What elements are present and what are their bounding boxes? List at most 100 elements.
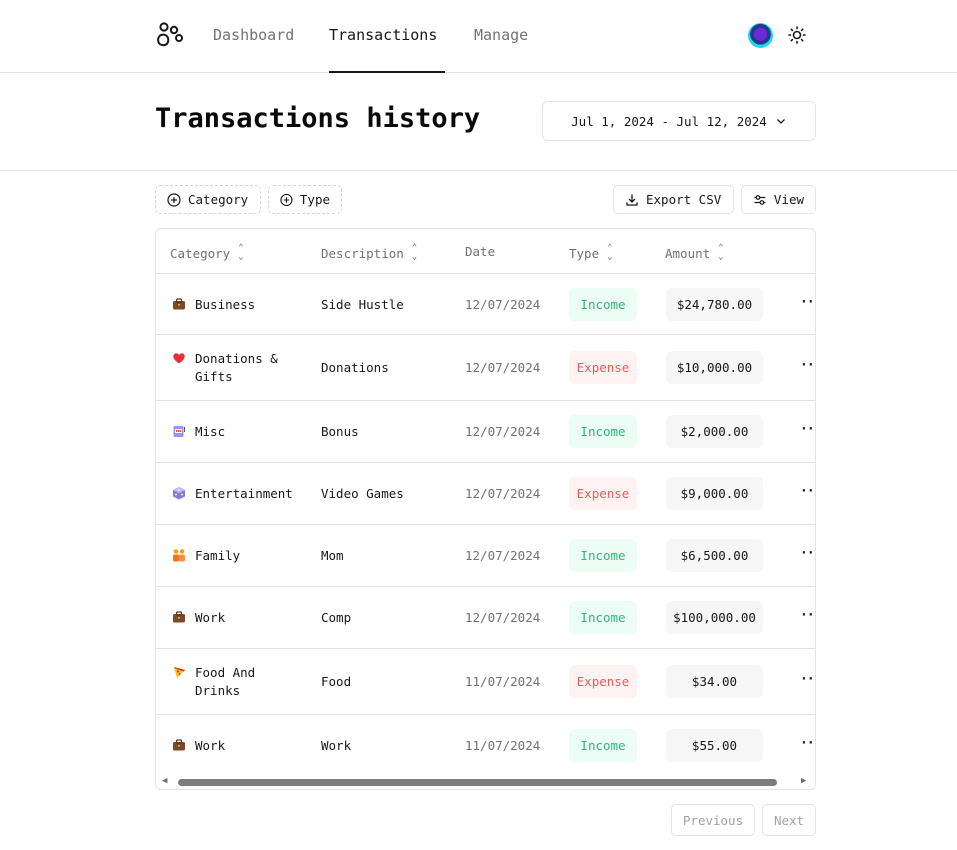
category-label: Family — [195, 548, 241, 563]
column-header-label: Category — [170, 245, 231, 261]
filter-category-button[interactable]: Category — [155, 185, 261, 214]
sort-icon: ⌃ ⌄ — [607, 243, 613, 262]
chevron-down-icon — [776, 119, 785, 124]
column-header-category[interactable]: Category ⌃ ⌄ — [170, 244, 244, 262]
column-header-description[interactable]: Description ⌃ ⌄ — [321, 244, 417, 262]
scroll-right-icon[interactable]: ▶ — [801, 776, 806, 786]
view-options-button[interactable]: View — [741, 185, 816, 214]
family-icon — [172, 548, 186, 562]
date-cell: 12/07/2024 — [465, 486, 541, 501]
category-cell: Work — [172, 609, 312, 627]
category-label: Entertainment — [195, 486, 293, 501]
type-badge: Expense — [569, 477, 637, 510]
table-row[interactable]: Food And Drinks Food 11/07/2024 Expense $34.… — [156, 649, 815, 715]
filter-type-label: Type — [299, 192, 330, 207]
column-header-label: Description — [321, 245, 404, 261]
more-actions-icon[interactable]: ··· — [800, 358, 815, 373]
date-cell: 11/07/2024 — [465, 738, 541, 753]
type-badge: Expense — [569, 351, 637, 384]
table-row[interactable]: Misc Bonus 12/07/2024 Income $2,000.00 ··· — [156, 401, 815, 463]
more-actions-icon[interactable]: ··· — [800, 295, 815, 310]
scrollbar-thumb[interactable] — [178, 779, 777, 786]
table-row[interactable]: Family Mom 12/07/2024 Income $6,500.00 ··· — [156, 525, 815, 587]
filter-type-button[interactable]: Type — [268, 185, 342, 214]
column-header-amount[interactable]: Amount ⌃ ⌄ — [665, 244, 724, 262]
type-badge: Income — [569, 288, 637, 321]
category-cell: Food And Drinks — [172, 664, 312, 700]
pizza-icon — [172, 665, 186, 679]
table-row[interactable]: Donations & Gifts Donations 12/07/2024 Expe… — [156, 335, 815, 401]
more-actions-icon[interactable]: ··· — [800, 608, 815, 623]
table-row[interactable]: Business Side Hustle 12/07/2024 Income $24,7… — [156, 274, 815, 335]
more-actions-icon[interactable]: ··· — [800, 422, 815, 437]
sliders-icon — [754, 194, 766, 205]
nav-manage[interactable]: Manage — [474, 26, 528, 44]
briefcase-icon — [172, 738, 186, 752]
date-cell: 11/07/2024 — [465, 674, 541, 689]
category-label: Work — [195, 610, 226, 625]
date-cell: 12/07/2024 — [465, 360, 541, 375]
description-cell: Food — [321, 674, 352, 689]
next-page-button[interactable]: Next — [762, 804, 816, 836]
category-label: Misc — [195, 424, 226, 439]
nav-dashboard[interactable]: Dashboard — [213, 26, 294, 44]
export-csv-button[interactable]: Export CSV — [613, 185, 734, 214]
amount-cell: $10,000.00 — [666, 351, 763, 384]
category-cell: Misc — [172, 423, 312, 441]
date-cell: 12/07/2024 — [465, 548, 541, 563]
export-csv-label: Export CSV — [646, 192, 722, 207]
more-actions-icon[interactable]: ··· — [800, 546, 815, 561]
column-header-label: Type — [569, 245, 600, 261]
app-logo-icon[interactable] — [155, 22, 185, 50]
column-header-type[interactable]: Type ⌃ ⌄ — [569, 244, 613, 262]
description-cell: Work — [321, 738, 352, 753]
date-cell: 12/07/2024 — [465, 424, 541, 439]
category-cell: Entertainment — [172, 485, 312, 503]
date-range-picker[interactable]: Jul 1, 2024 - Jul 12, 2024 — [542, 101, 816, 141]
category-label: Work — [195, 738, 226, 753]
heart-icon — [172, 351, 186, 365]
amount-cell: $6,500.00 — [666, 539, 763, 572]
column-header-label: Amount — [665, 245, 711, 261]
slot-machine-icon — [172, 424, 186, 438]
category-label: Food And Drinks — [195, 665, 256, 698]
description-cell: Side Hustle — [321, 297, 404, 312]
view-options-label: View — [773, 192, 804, 207]
description-cell: Video Games — [321, 486, 404, 501]
column-header-date: Date — [465, 244, 495, 259]
category-label: Business — [195, 297, 256, 312]
date-cell: 12/07/2024 — [465, 610, 541, 625]
description-cell: Donations — [321, 360, 389, 375]
column-header-label: Date — [465, 244, 496, 259]
table-row[interactable]: Work Comp 12/07/2024 Income $100,000.00 ··· — [156, 587, 815, 649]
description-cell: Comp — [321, 610, 352, 625]
type-badge: Income — [569, 415, 637, 448]
amount-cell: $100,000.00 — [666, 601, 763, 634]
more-actions-icon[interactable]: ··· — [800, 672, 815, 687]
sort-icon: ⌃ ⌄ — [238, 243, 244, 262]
previous-page-button[interactable]: Previous — [671, 804, 755, 836]
amount-cell: $2,000.00 — [666, 415, 763, 448]
page-title: Transactions history — [155, 103, 481, 134]
sort-icon: ⌃ ⌄ — [718, 243, 724, 262]
description-cell: Mom — [321, 548, 344, 563]
briefcase-icon — [172, 610, 186, 624]
type-badge: Income — [569, 729, 637, 762]
scroll-left-icon[interactable]: ◀ — [162, 776, 167, 786]
table-header: Category ⌃ ⌄ Description ⌃ ⌄ Date Type ⌃ ⌄ … — [156, 229, 815, 274]
table-row[interactable]: Work Work 11/07/2024 Income $55.00 ··· — [156, 715, 815, 777]
more-actions-icon[interactable]: ··· — [800, 484, 815, 499]
more-actions-icon[interactable]: ··· — [800, 736, 815, 751]
amount-cell: $24,780.00 — [666, 288, 763, 321]
type-badge: Income — [569, 601, 637, 634]
user-avatar[interactable] — [748, 23, 773, 48]
category-cell: Work — [172, 737, 312, 755]
type-badge: Income — [569, 539, 637, 572]
category-label: Donations & Gifts — [195, 351, 278, 384]
table-row[interactable]: Entertainment Video Games 12/07/2024 Expens… — [156, 463, 815, 525]
date-cell: 12/07/2024 — [465, 297, 541, 312]
date-range-label: Jul 1, 2024 - Jul 12, 2024 — [571, 113, 767, 129]
plus-circle-icon — [167, 192, 181, 207]
nav-transactions[interactable]: Transactions — [329, 26, 437, 44]
sun-icon[interactable] — [788, 26, 806, 44]
